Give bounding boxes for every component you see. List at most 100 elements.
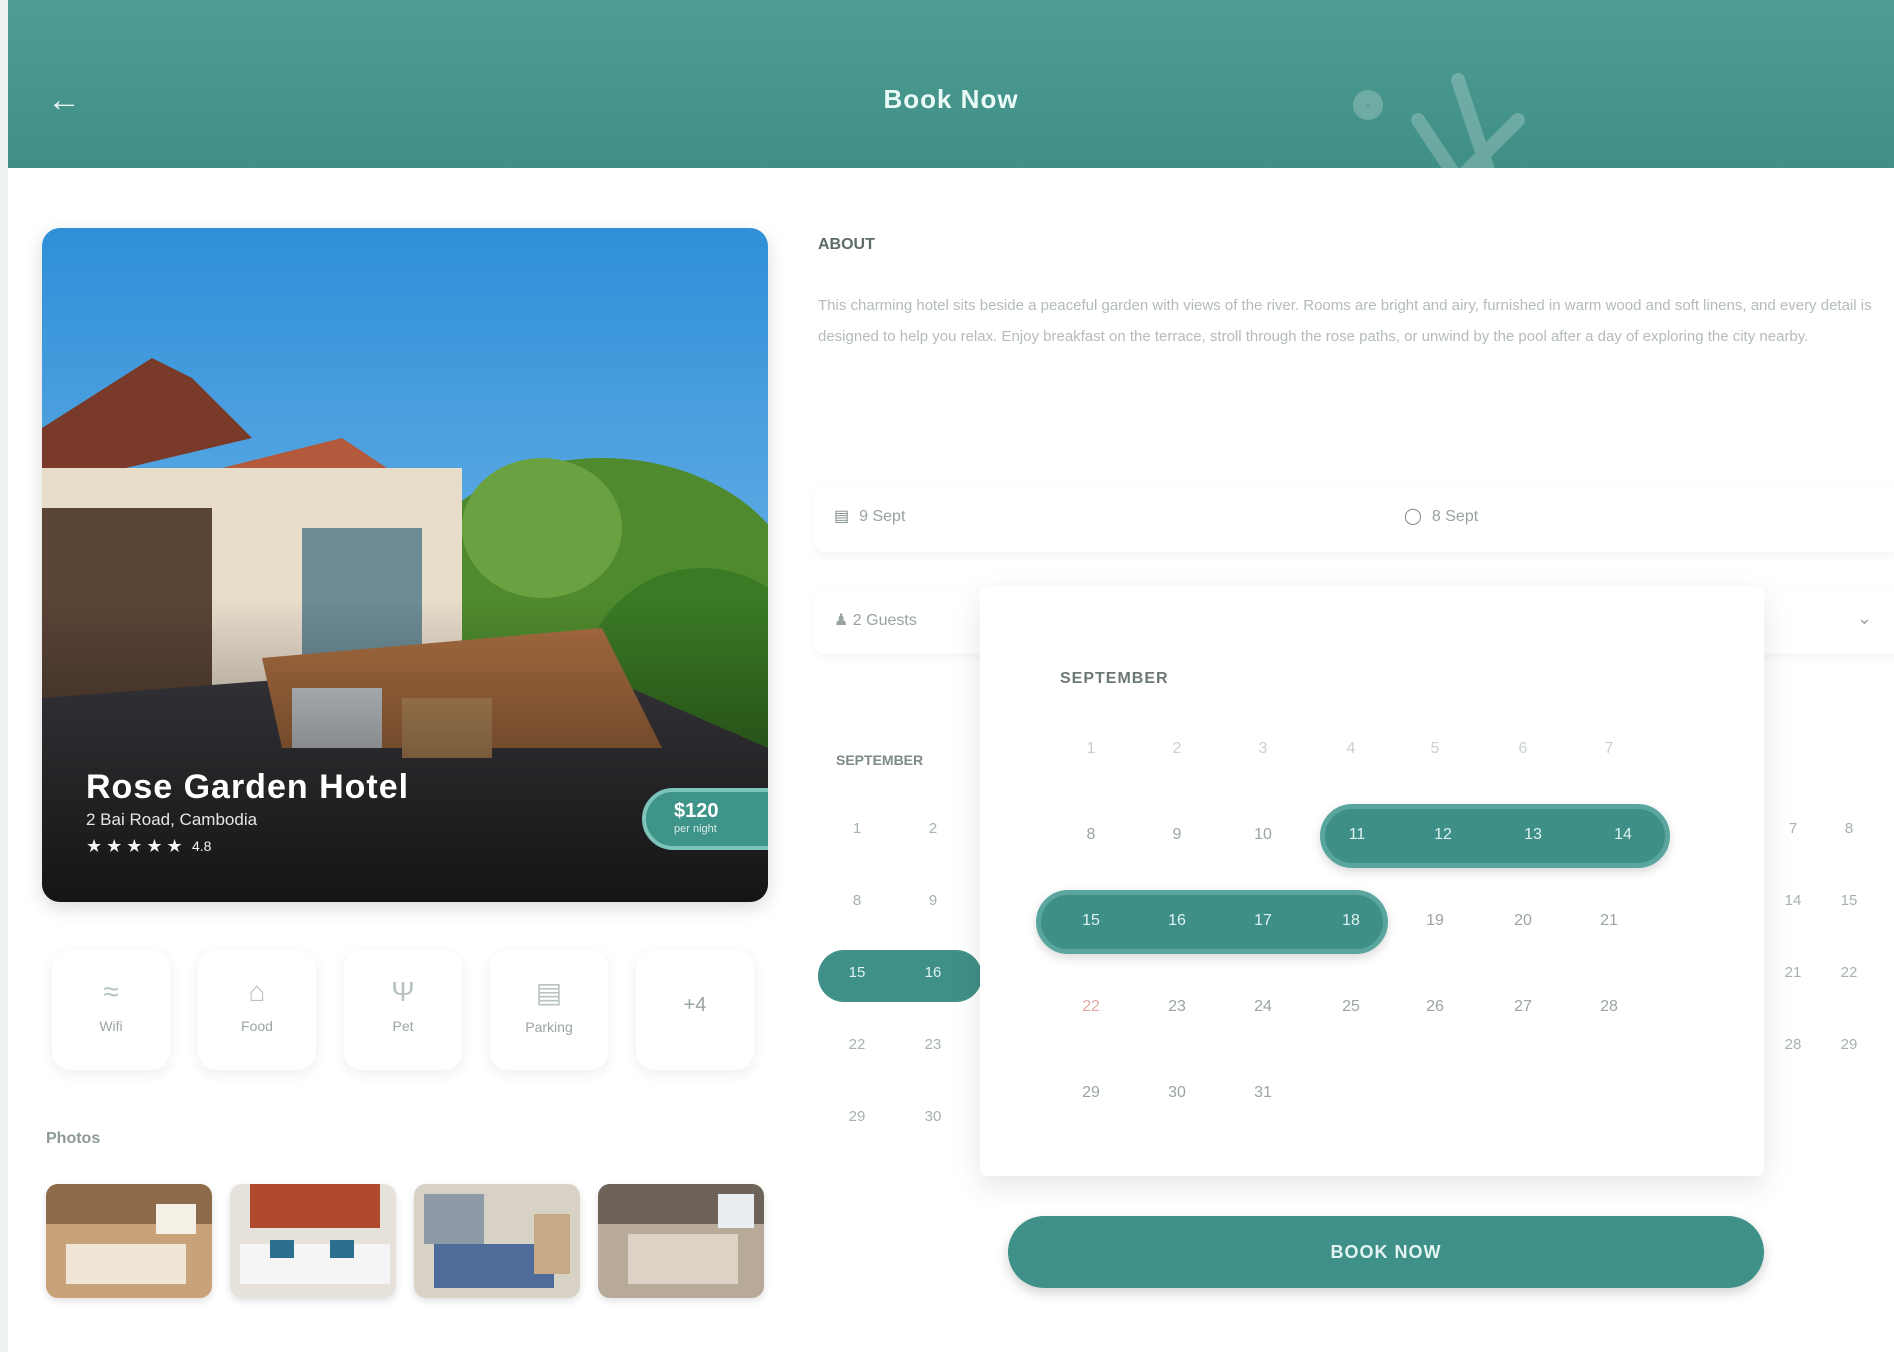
calendar-day-selected[interactable]: 13 <box>1502 804 1564 866</box>
room-photo[interactable] <box>46 1184 212 1298</box>
book-now-button[interactable]: BOOK NOW <box>1008 1216 1764 1288</box>
calendar-day[interactable]: 30 <box>1146 1062 1208 1124</box>
room-photo[interactable] <box>414 1184 580 1298</box>
star-rating: ★★★★★ <box>86 836 187 856</box>
checkin-field[interactable]: ▤ 9 Sept <box>834 506 905 526</box>
rating-value: 4.8 <box>192 838 212 854</box>
about-heading: ABOUT <box>818 236 875 253</box>
room-photo-image <box>46 1184 212 1298</box>
hotel-hero-image: Rose Garden Hotel 2 Bai Road, Cambodia ★… <box>42 228 768 902</box>
price-badge: $120 per night <box>642 788 768 850</box>
calendar-day[interactable]: 28 <box>1578 976 1640 1038</box>
calendar-day-selected[interactable]: 18 <box>1320 890 1382 952</box>
time-value: 8 Sept <box>1431 508 1479 525</box>
amenity-pet[interactable]: Ψ Pet <box>344 950 462 1070</box>
about-text: This charming hotel sits beside a peacef… <box>818 297 1872 345</box>
room-photo-image <box>598 1184 764 1298</box>
guests-value: ♟ 2 Guests <box>834 610 917 630</box>
time-field[interactable]: ◯ 8 Sept <box>1404 506 1478 526</box>
more-count: +4 <box>683 994 707 1016</box>
hotel-name: Rose Garden Hotel <box>86 768 410 806</box>
home-icon: ⌂ <box>248 976 266 1007</box>
calendar-day[interactable]: 22 <box>1060 976 1122 1038</box>
calendar-day-selected[interactable]: 12 <box>1412 804 1474 866</box>
calendar-day[interactable]: 15 <box>834 950 880 996</box>
calendar-day[interactable]: 29 <box>1826 1022 1872 1068</box>
booking-info-row: ▤ 9 Sept ◯ 8 Sept <box>814 486 1894 552</box>
calendar-day[interactable]: 29 <box>1060 1062 1122 1124</box>
calendar-day[interactable]: 8 <box>1826 806 1872 852</box>
hotel-address: 2 Bai Road, Cambodia <box>86 810 258 829</box>
calendar-day[interactable]: 4 <box>1320 718 1382 780</box>
calendar-day[interactable]: 22 <box>834 1022 880 1068</box>
calendar-day[interactable]: 31 <box>1232 1062 1294 1124</box>
calendar-icon: ▤ <box>834 508 850 525</box>
calendar-day[interactable]: 21 <box>1770 950 1816 996</box>
person-icon: ♟ <box>834 612 849 629</box>
amenity-label: Parking <box>525 1019 573 1035</box>
calendar-day[interactable]: 15 <box>1826 878 1872 924</box>
calendar-day[interactable]: 23 <box>910 1022 956 1068</box>
calendar-day[interactable]: 8 <box>1060 804 1122 866</box>
room-photo-image <box>230 1184 396 1298</box>
calendar-day[interactable]: 29 <box>834 1094 880 1140</box>
calendar-day[interactable]: 9 <box>910 878 956 924</box>
calendar-day[interactable]: 1 <box>834 806 880 852</box>
photo-gallery <box>46 1184 768 1300</box>
calendar-day[interactable]: 7 <box>1770 806 1816 852</box>
calendar-day[interactable]: 26 <box>1404 976 1466 1038</box>
price-unit: per night <box>674 823 717 835</box>
calendar-day-selected[interactable]: 11 <box>1326 804 1388 866</box>
calendar-day[interactable]: 5 <box>1404 718 1466 780</box>
amenity-more[interactable]: +4 <box>636 950 754 1070</box>
calendar-day-selected[interactable]: 15 <box>1060 890 1122 952</box>
popup-month: SEPTEMBER <box>1060 670 1169 687</box>
chevron-down-icon: ⌄ <box>1856 608 1872 628</box>
pet-icon: Ψ <box>391 976 415 1007</box>
calendar-day[interactable]: 25 <box>1320 976 1382 1038</box>
calendar-day[interactable]: 24 <box>1232 976 1294 1038</box>
calendar-day[interactable]: 21 <box>1578 890 1640 952</box>
amenity-wifi[interactable]: ≈ Wifi <box>52 950 170 1070</box>
calendar-day[interactable]: 3 <box>1232 718 1294 780</box>
calendar-day[interactable]: 7 <box>1578 718 1640 780</box>
amenity-label: Food <box>241 1018 273 1034</box>
room-photo-image <box>414 1184 580 1298</box>
amenity-label: Pet <box>392 1018 414 1034</box>
amenity-label: Wifi <box>99 1018 123 1034</box>
calendar-day-selected[interactable]: 16 <box>1146 890 1208 952</box>
calendar-day[interactable]: 16 <box>910 950 956 996</box>
calendar-day[interactable]: 28 <box>1770 1022 1816 1068</box>
checkin-value: 9 Sept <box>859 508 906 525</box>
calendar-day[interactable]: 14 <box>1770 878 1816 924</box>
calendar-day[interactable]: 2 <box>910 806 956 852</box>
calendar-day[interactable]: 20 <box>1492 890 1554 952</box>
photos-heading: Photos <box>46 1130 101 1147</box>
calendar-day[interactable]: 23 <box>1146 976 1208 1038</box>
calendar-day[interactable]: 27 <box>1492 976 1554 1038</box>
calendar-day[interactable]: 9 <box>1146 804 1208 866</box>
calendar-day[interactable]: 22 <box>1826 950 1872 996</box>
parking-icon: ▤ <box>535 977 563 1008</box>
guests-label: 2 Guests <box>852 612 917 629</box>
calendar-day-selected[interactable]: 14 <box>1592 804 1654 866</box>
clock-icon: ◯ <box>1404 508 1422 525</box>
calendar-day-selected[interactable]: 17 <box>1232 890 1294 952</box>
amenities-row: ≈ Wifi ⌂ Food Ψ Pet ▤ Parking +4 <box>52 950 768 1070</box>
calendar-day[interactable]: 8 <box>834 878 880 924</box>
calendar-day[interactable]: 10 <box>1232 804 1294 866</box>
app-window: ← Book Now Rose Garden Hotel 2 Bai Road,… <box>8 0 1894 1352</box>
calendar-month: SEPTEMBER <box>836 752 924 768</box>
amenity-food[interactable]: ⌂ Food <box>198 950 316 1070</box>
room-photo[interactable] <box>598 1184 764 1298</box>
calendar-day[interactable]: 6 <box>1492 718 1554 780</box>
room-photo[interactable] <box>230 1184 396 1298</box>
date-picker-popup: SEPTEMBER 1 2 3 4 5 6 7 8 9 10 11 12 13 … <box>980 586 1764 1176</box>
calendar-day[interactable]: 19 <box>1404 890 1466 952</box>
calendar-day[interactable]: 2 <box>1146 718 1208 780</box>
calendar-day[interactable]: 30 <box>910 1094 956 1140</box>
header: ← Book Now <box>8 0 1894 168</box>
wifi-icon: ≈ <box>103 976 119 1007</box>
amenity-parking[interactable]: ▤ Parking <box>490 950 608 1070</box>
calendar-day[interactable]: 1 <box>1060 718 1122 780</box>
